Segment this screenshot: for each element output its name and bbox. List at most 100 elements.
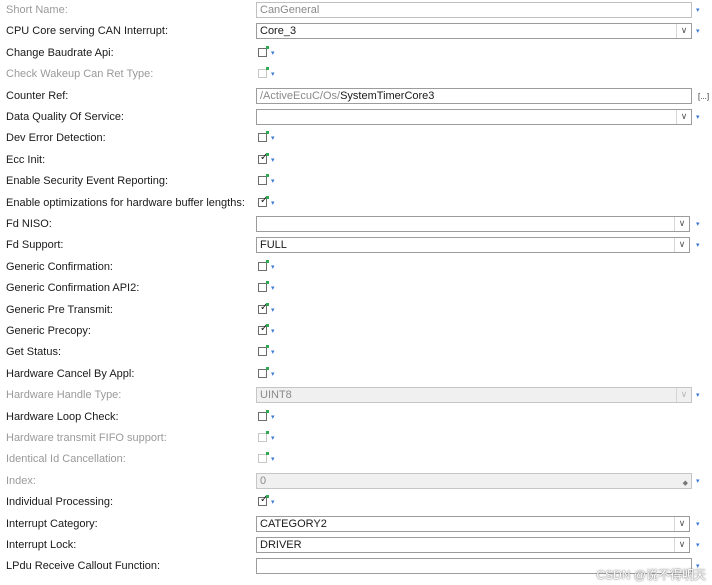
row-check-wakeup-can-ret-type: Check Wakeup Can Ret Type: ▾ xyxy=(0,64,712,85)
row-generic-confirmation-api2: Generic Confirmation API2: ▾ xyxy=(0,278,712,299)
row-get-status: Get Status: ▾ xyxy=(0,342,712,363)
fd-support-value: FULL xyxy=(260,239,287,252)
option-menu-icon[interactable]: ▾ xyxy=(696,214,700,235)
identical-id-cancellation-checkbox xyxy=(258,452,269,464)
configured-marker-icon xyxy=(266,324,269,327)
data-quality-of-service-select[interactable]: ∨ xyxy=(256,109,692,125)
check-wakeup-can-ret-type-checkbox xyxy=(258,67,269,79)
change-baudrate-api-checkbox[interactable] xyxy=(258,45,269,57)
interrupt-category-value: CATEGORY2 xyxy=(260,517,327,530)
index-label: Index: xyxy=(6,474,36,487)
option-menu-icon[interactable]: ▾ xyxy=(696,471,700,492)
generic-pre-transmit-checkbox[interactable]: ✓ xyxy=(258,302,269,314)
row-identical-id-cancellation: Identical Id Cancellation: ▾ xyxy=(0,449,712,470)
hardware-transmit-fifo-support-checkbox xyxy=(258,431,269,442)
change-baudrate-api-label: Change Baudrate Api: xyxy=(6,46,114,59)
option-menu-icon[interactable]: ▾ xyxy=(271,43,275,64)
hardware-handle-type-value: UINT8 xyxy=(260,389,292,402)
row-hardware-cancel-by-appl: Hardware Cancel By Appl: ▾ xyxy=(0,364,712,385)
option-menu-icon[interactable]: ▾ xyxy=(271,407,275,428)
short-name-value: CanGeneral xyxy=(260,4,320,16)
row-interrupt-category: Interrupt Category: CATEGORY2 ∨ ▾ xyxy=(0,514,712,535)
row-individual-processing: Individual Processing: ✓ ▾ xyxy=(0,492,712,513)
option-menu-icon[interactable]: ▾ xyxy=(696,235,700,256)
chevron-down-icon[interactable]: ∨ xyxy=(674,538,689,552)
hardware-cancel-by-appl-checkbox[interactable] xyxy=(258,366,269,378)
chevron-down-icon[interactable]: ∨ xyxy=(674,516,689,531)
configured-marker-icon xyxy=(266,259,269,263)
option-menu-icon[interactable]: ▾ xyxy=(271,278,275,299)
enable-security-event-reporting-label: Enable Security Event Reporting: xyxy=(6,175,169,188)
row-generic-precopy: Generic Precopy: ✓ ▾ xyxy=(0,321,712,342)
option-menu-icon[interactable]: ▾ xyxy=(271,364,275,385)
configured-marker-icon xyxy=(266,452,269,456)
configured-marker-icon xyxy=(266,152,269,156)
get-status-label: Get Status: xyxy=(6,346,62,359)
option-menu-icon[interactable]: ▾ xyxy=(271,128,275,149)
configured-marker-icon xyxy=(266,345,269,349)
row-hardware-loop-check: Hardware Loop Check: ▾ xyxy=(0,407,712,428)
chevron-down-icon[interactable]: ∨ xyxy=(676,24,691,39)
option-menu-icon[interactable]: ▾ xyxy=(696,535,700,556)
option-menu-icon[interactable]: ▾ xyxy=(271,300,275,321)
dev-error-detection-checkbox[interactable] xyxy=(258,131,269,143)
individual-processing-checkbox[interactable]: ✓ xyxy=(258,495,269,507)
ref-path-prefix: /ActiveEcuC/Os/ xyxy=(260,89,341,102)
interrupt-lock-select[interactable]: DRIVER ∨ xyxy=(256,537,690,553)
row-enable-optimizations-for-hardware-buffer-lengths: Enable optimizations for hardware buffer… xyxy=(0,193,712,214)
counter-ref-field[interactable]: /ActiveEcuC/Os/SystemTimerCore3 xyxy=(256,87,692,104)
option-menu-icon[interactable]: ▾ xyxy=(271,64,275,85)
browse-button[interactable]: [...] xyxy=(698,86,709,107)
interrupt-category-select[interactable]: CATEGORY2 ∨ xyxy=(256,515,690,532)
option-menu-icon[interactable]: ▾ xyxy=(271,342,275,363)
chevron-down-icon[interactable]: ∨ xyxy=(674,217,689,231)
generic-confirmation-api2-checkbox[interactable] xyxy=(258,281,269,293)
fd-niso-label: Fd NISO: xyxy=(6,218,52,230)
chevron-down-icon[interactable]: ∨ xyxy=(674,238,689,253)
dev-error-detection-label: Dev Error Detection: xyxy=(6,132,106,145)
option-menu-icon[interactable]: ▾ xyxy=(271,150,275,171)
chevron-down-icon[interactable]: ∨ xyxy=(676,110,691,124)
lpdu-receive-callout-function-label: LPdu Receive Callout Function: xyxy=(6,560,161,573)
generic-confirmation-api2-label: Generic Confirmation API2: xyxy=(6,282,140,295)
index-field: 0 ◆ xyxy=(256,472,692,489)
row-fd-niso: Fd NISO: ∨ ▾ xyxy=(0,214,712,235)
hardware-loop-check-checkbox[interactable] xyxy=(258,409,269,421)
configured-marker-icon xyxy=(266,131,269,135)
option-menu-icon[interactable]: ▾ xyxy=(696,107,700,128)
short-name-field: CanGeneral xyxy=(256,2,692,18)
enable-optimizations-for-hardware-buffer-lengths-label: Enable optimizations for hardware buffer… xyxy=(6,196,245,209)
enable-optimizations-for-hardware-buffer-lengths-checkbox[interactable]: ✓ xyxy=(258,195,269,207)
hardware-handle-type-select: UINT8 ∨ xyxy=(256,387,692,404)
generic-pre-transmit-label: Generic Pre Transmit: xyxy=(6,303,113,316)
option-menu-icon[interactable]: ▾ xyxy=(696,385,700,406)
hardware-cancel-by-appl-label: Hardware Cancel By Appl: xyxy=(6,367,135,380)
option-menu-icon[interactable]: ▾ xyxy=(271,428,275,449)
option-menu-icon[interactable]: ▾ xyxy=(271,171,275,192)
configured-marker-icon xyxy=(266,302,269,306)
option-menu-icon[interactable]: ▾ xyxy=(271,321,275,342)
fd-support-select[interactable]: FULL ∨ xyxy=(256,237,690,254)
option-menu-icon[interactable]: ▾ xyxy=(696,21,700,42)
option-menu-icon[interactable]: ▾ xyxy=(271,257,275,278)
counter-ref-label: Counter Ref: xyxy=(6,89,69,102)
fd-niso-select[interactable]: ∨ xyxy=(256,216,690,232)
generic-confirmation-checkbox[interactable] xyxy=(258,259,269,271)
ecc-init-checkbox[interactable]: ✓ xyxy=(258,152,269,164)
option-menu-icon[interactable]: ▾ xyxy=(696,514,700,535)
index-value: 0 xyxy=(260,474,267,487)
option-menu-icon[interactable]: ▾ xyxy=(696,0,700,21)
option-menu-icon[interactable]: ▾ xyxy=(271,193,275,214)
check-wakeup-can-ret-type-label: Check Wakeup Can Ret Type: xyxy=(6,68,154,81)
ecc-init-label: Ecc Init: xyxy=(6,153,46,166)
option-menu-icon[interactable]: ▾ xyxy=(271,449,275,470)
row-generic-pre-transmit: Generic Pre Transmit: ✓ ▾ xyxy=(0,300,712,321)
option-menu-icon[interactable]: ▾ xyxy=(271,492,275,513)
get-status-checkbox[interactable] xyxy=(258,345,269,357)
configured-marker-icon xyxy=(266,366,269,370)
generic-precopy-checkbox[interactable]: ✓ xyxy=(258,324,269,335)
enable-security-event-reporting-checkbox[interactable] xyxy=(258,174,269,186)
row-cpu-core-serving-can-interrupt: CPU Core serving CAN Interrupt: Core_3 ∨ ▾ xyxy=(0,21,712,42)
configured-marker-icon xyxy=(266,495,269,499)
cpu-core-serving-can-interrupt-select[interactable]: Core_3 ∨ xyxy=(256,23,692,40)
